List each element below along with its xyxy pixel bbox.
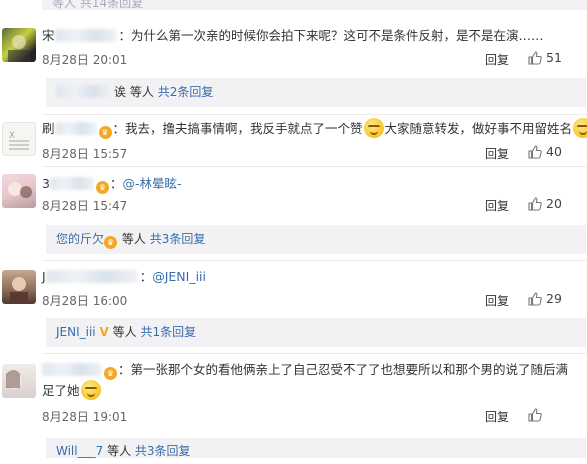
thumbs-up-icon — [528, 197, 542, 211]
comment-username[interactable]: 3 — [42, 176, 50, 191]
divider — [42, 166, 587, 167]
vip-crown-icon: ♛ — [98, 126, 112, 139]
blurred-username — [54, 122, 97, 135]
comment-date: 8月28日 20:01 — [42, 53, 128, 67]
comment-text: 宋：为什么第一次亲的时候你会拍下来呢？这可不是条件反射，是不是在演…… — [42, 28, 544, 43]
mention-link[interactable]: @JENI_iii — [152, 269, 206, 284]
avatar[interactable]: X — [2, 122, 36, 156]
like-count: 51 — [546, 50, 562, 65]
reply-summary-text: 等人 共14条回复 — [52, 0, 144, 10]
reply-count-link[interactable]: 共3条回复 — [135, 444, 191, 458]
vip-crown-icon: ♛ — [104, 236, 118, 249]
reply-summary-bar[interactable]: Will___7 等人 共3条回复 — [46, 438, 586, 458]
verified-v-icon: V — [99, 325, 109, 339]
blurred-username — [49, 177, 94, 190]
reply-button[interactable]: 回复 — [485, 197, 509, 214]
emoji-icon — [573, 118, 587, 138]
comment-username[interactable]: 刷 — [42, 121, 55, 136]
avatar[interactable] — [2, 174, 36, 208]
divider — [42, 114, 587, 115]
comment-text: 刷 ♛ ：我去，撸夫搞事情啊，我反手就点了一个赞 大家随意转发，做好事不用留姓名 — [42, 118, 587, 140]
like-button[interactable]: 51 — [528, 50, 562, 65]
divider — [42, 260, 587, 261]
like-count: 29 — [546, 291, 562, 306]
blurred-username — [45, 270, 138, 283]
comment-text: J ：@JENI_iii — [42, 269, 206, 284]
like-button[interactable]: 20 — [528, 196, 562, 211]
thumbs-up-icon — [528, 292, 542, 306]
comment-date: 8月28日 15:47 — [42, 199, 128, 213]
reply-summary-bar-top[interactable]: 等人 共14条回复 — [42, 0, 587, 10]
vip-crown-icon: ♛ — [104, 367, 117, 380]
comment-date: 8月28日 19:01 — [42, 410, 128, 424]
reply-summary-bar[interactable]: JENI_iii V 等人 共1条回复 — [46, 318, 586, 347]
blurred-username — [42, 363, 102, 376]
thumbs-up-icon — [528, 51, 542, 65]
avatar[interactable] — [2, 28, 36, 62]
comment-text: 3 ♛ ：@-林晕眩- — [42, 176, 182, 194]
reply-count-link[interactable]: 共1条回复 — [140, 325, 196, 339]
reply-button[interactable]: 回复 — [485, 145, 509, 162]
reply-username-link[interactable]: Will___7 — [56, 444, 103, 458]
mention-link[interactable]: @-林晕眩- — [122, 176, 181, 191]
like-button[interactable] — [528, 407, 546, 422]
emoji-icon — [363, 118, 384, 138]
comment-username[interactable]: 宋 — [42, 28, 55, 43]
avatar[interactable] — [2, 364, 36, 398]
comment-date: 8月28日 15:57 — [42, 147, 128, 161]
emoji-icon — [80, 380, 101, 400]
blurred-username — [56, 85, 112, 98]
comment-text: ♛ ：第一张那个女的看他俩亲上了自己忍受不了了也想要所以和那个男的说了随后满足了她 — [42, 362, 569, 400]
vip-crown-icon: ♛ — [95, 181, 109, 194]
like-button[interactable]: 29 — [528, 291, 562, 306]
like-button[interactable]: 40 — [528, 144, 562, 159]
reply-button[interactable]: 回复 — [485, 51, 509, 68]
thumbs-up-icon — [528, 145, 542, 159]
reply-summary-bar[interactable]: 诶 等人 共2条回复 — [46, 78, 586, 107]
comment-date: 8月28日 16:00 — [42, 294, 128, 308]
reply-button[interactable]: 回复 — [485, 408, 509, 425]
like-count: 40 — [546, 144, 562, 159]
blurred-username — [54, 29, 117, 42]
reply-count-link[interactable]: 共3条回复 — [150, 232, 206, 246]
divider — [42, 353, 587, 354]
reply-username-link[interactable]: JENI_iii — [56, 325, 96, 339]
reply-summary-bar[interactable]: 您的斤欠 ♛ 等人 共3条回复 — [46, 225, 586, 254]
like-count: 20 — [546, 196, 562, 211]
avatar[interactable] — [2, 270, 36, 304]
reply-count-link[interactable]: 共2条回复 — [158, 85, 214, 99]
thumbs-up-icon — [528, 408, 542, 422]
reply-username-link[interactable]: 您的斤欠 — [56, 232, 104, 246]
reply-button[interactable]: 回复 — [485, 292, 509, 309]
svg-text:X: X — [9, 131, 15, 141]
